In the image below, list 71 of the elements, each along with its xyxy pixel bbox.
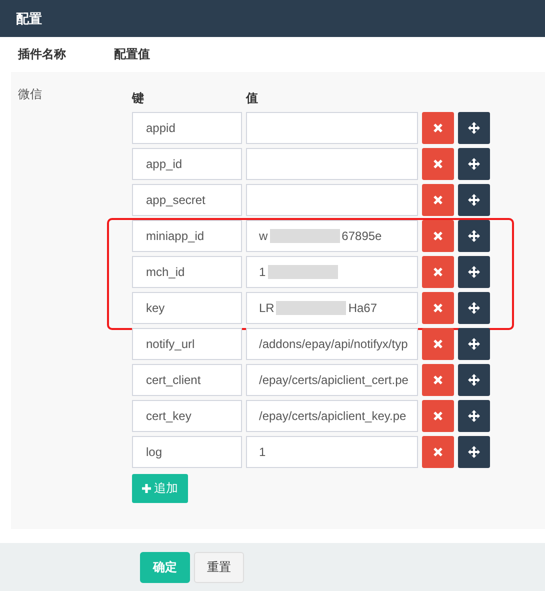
move-icon xyxy=(468,266,480,278)
value-field[interactable]: /epay/certs/apiclient_cert.pe xyxy=(246,364,418,396)
key-field[interactable]: app_secret xyxy=(132,184,242,216)
drag-button[interactable] xyxy=(458,400,490,432)
delete-button[interactable] xyxy=(422,436,454,468)
value-field[interactable]: 1 xyxy=(246,436,418,468)
delete-button[interactable] xyxy=(422,148,454,180)
key-field[interactable]: app_id xyxy=(132,148,242,180)
key-field[interactable]: appid xyxy=(132,112,242,144)
drag-button[interactable] xyxy=(458,220,490,252)
value-field[interactable]: 1 xyxy=(246,256,418,288)
move-icon xyxy=(468,338,480,350)
close-icon xyxy=(433,339,443,349)
key-field[interactable]: cert_client xyxy=(132,364,242,396)
close-icon xyxy=(433,267,443,277)
key-field[interactable]: notify_url xyxy=(132,328,242,360)
move-icon xyxy=(468,122,480,134)
key-field[interactable]: cert_key xyxy=(132,400,242,432)
drag-button[interactable] xyxy=(458,364,490,396)
close-icon xyxy=(433,375,443,385)
close-icon xyxy=(433,195,443,205)
key-header: 键 xyxy=(132,90,145,106)
value-field[interactable]: /epay/certs/apiclient_key.pe xyxy=(246,400,418,432)
close-icon xyxy=(433,159,443,169)
move-icon xyxy=(468,230,480,242)
close-icon xyxy=(433,447,443,457)
drag-button[interactable] xyxy=(458,148,490,180)
value-field[interactable] xyxy=(246,112,418,144)
delete-button[interactable] xyxy=(422,400,454,432)
move-icon xyxy=(468,194,480,206)
delete-button[interactable] xyxy=(422,184,454,216)
move-icon xyxy=(468,158,480,170)
value-field[interactable]: LR Ha67 xyxy=(246,292,418,324)
reset-button[interactable]: 重置 xyxy=(194,552,244,582)
delete-button[interactable] xyxy=(422,328,454,360)
drag-button[interactable] xyxy=(458,112,490,144)
drag-button[interactable] xyxy=(458,256,490,288)
move-icon xyxy=(468,374,480,386)
key-field[interactable]: key xyxy=(132,292,242,324)
delete-button[interactable] xyxy=(422,292,454,324)
delete-button[interactable] xyxy=(422,364,454,396)
move-icon xyxy=(468,446,480,458)
column-header: 插件名称 xyxy=(16,46,67,63)
plus-icon xyxy=(142,484,151,493)
close-icon xyxy=(433,123,443,133)
delete-button[interactable] xyxy=(422,256,454,288)
key-field[interactable]: miniapp_id xyxy=(132,220,242,252)
value-header: 值 xyxy=(246,90,258,106)
move-icon xyxy=(468,410,480,422)
delete-button[interactable] xyxy=(422,220,454,252)
delete-button[interactable] xyxy=(422,112,454,144)
value-field[interactable]: /addons/epay/api/notifyx/typ xyxy=(246,328,418,360)
window-title: 配置 xyxy=(16,10,42,28)
drag-button[interactable] xyxy=(458,292,490,324)
plugin-name: 微信 xyxy=(17,86,43,103)
blurred-text xyxy=(268,265,338,279)
column-header: 配置值 xyxy=(114,46,150,63)
value-field[interactable] xyxy=(246,148,418,180)
close-icon xyxy=(433,303,443,313)
blurred-text xyxy=(276,301,346,315)
drag-button[interactable] xyxy=(458,328,490,360)
drag-button[interactable] xyxy=(458,436,490,468)
key-field[interactable]: mch_id xyxy=(132,256,242,288)
close-icon xyxy=(433,231,443,241)
move-icon xyxy=(468,302,480,314)
blurred-text xyxy=(270,229,340,243)
drag-button[interactable] xyxy=(458,184,490,216)
close-icon xyxy=(433,411,443,421)
value-field[interactable] xyxy=(246,184,418,216)
key-field[interactable]: log xyxy=(132,436,242,468)
value-field[interactable]: w 67895e xyxy=(246,220,418,252)
